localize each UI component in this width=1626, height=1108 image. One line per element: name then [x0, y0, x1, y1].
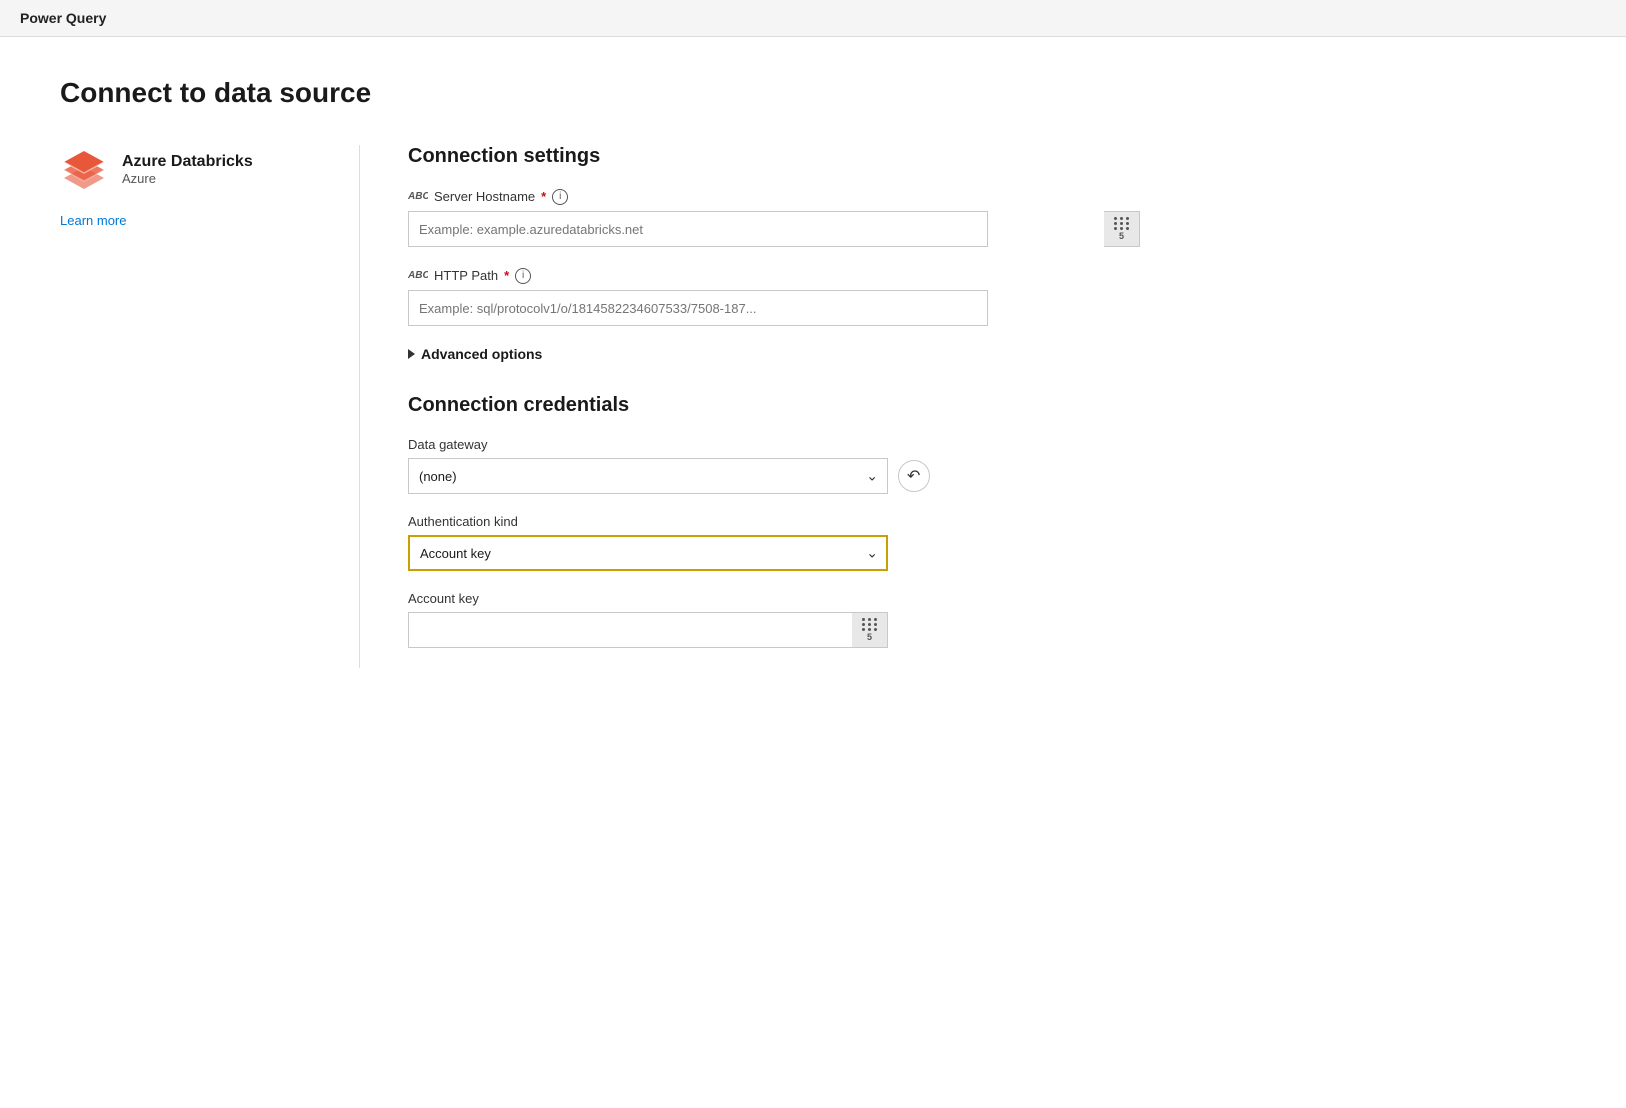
top-bar: Power Query — [0, 0, 1626, 37]
dot-grid-account-key — [862, 618, 878, 631]
connector-info: Azure Databricks Azure — [60, 145, 253, 193]
account-key-input[interactable] — [408, 612, 888, 648]
http-path-text: HTTP Path — [434, 268, 498, 283]
abc-icon-http: ABC — [408, 267, 428, 284]
auth-kind-group: Authentication kind Account key Username… — [408, 514, 1140, 571]
info-icon-hostname[interactable]: i — [552, 189, 568, 205]
account-key-label: Account key — [408, 591, 1140, 606]
required-star-hostname: * — [541, 189, 546, 204]
auth-kind-label: Authentication kind — [408, 514, 1140, 529]
right-panel: Connection settings ABC Server Hostname … — [360, 145, 1140, 668]
refresh-button[interactable]: ↷ — [898, 460, 930, 492]
connector-name: Azure Databricks — [122, 153, 253, 171]
server-hostname-label: ABC Server Hostname * i — [408, 188, 1140, 205]
data-gateway-select-wrapper: (none) ⌄ — [408, 458, 888, 494]
refresh-icon: ↷ — [907, 466, 920, 486]
data-gateway-label: Data gateway — [408, 437, 1140, 452]
connection-settings-title: Connection settings — [408, 145, 1140, 168]
auth-kind-select-wrapper: Account key Username / Password OAuth ⌄ — [408, 535, 888, 571]
data-gateway-text: Data gateway — [408, 437, 488, 452]
left-panel: Azure Databricks Azure Learn more — [60, 145, 360, 668]
account-key-text: Account key — [408, 591, 479, 606]
account-key-group: Account key 5 — [408, 591, 1140, 648]
learn-more-link[interactable]: Learn more — [60, 213, 126, 228]
http-path-input-wrapper — [408, 290, 1140, 326]
info-icon-http[interactable]: i — [515, 268, 531, 284]
http-path-input[interactable] — [408, 290, 988, 326]
svg-text:ABC: ABC — [408, 191, 428, 202]
advanced-options-label: Advanced options — [421, 346, 542, 362]
data-gateway-select[interactable]: (none) — [408, 458, 888, 494]
credentials-section: Connection credentials Data gateway (non… — [408, 394, 1140, 648]
svg-text:ABC: ABC — [408, 270, 428, 281]
auth-kind-select[interactable]: Account key Username / Password OAuth — [408, 535, 888, 571]
connector-text: Azure Databricks Azure — [122, 153, 253, 186]
credentials-section-title: Connection credentials — [408, 394, 1140, 417]
app-title: Power Query — [20, 10, 106, 26]
abc-icon-hostname: ABC — [408, 188, 428, 205]
http-path-group: ABC HTTP Path * i — [408, 267, 1140, 326]
server-hostname-icon-btn[interactable]: 5 — [1104, 211, 1140, 247]
data-gateway-row: (none) ⌄ ↷ — [408, 458, 1140, 494]
account-key-icon-btn[interactable]: 5 — [852, 612, 888, 648]
data-gateway-group: Data gateway (none) ⌄ ↷ — [408, 437, 1140, 494]
advanced-options[interactable]: Advanced options — [408, 346, 1140, 362]
dot-grid-hostname — [1114, 217, 1130, 230]
chevron-right-icon — [408, 349, 415, 359]
server-hostname-group: ABC Server Hostname * i — [408, 188, 1140, 247]
connector-platform: Azure — [122, 171, 253, 186]
http-path-label: ABC HTTP Path * i — [408, 267, 1140, 284]
server-hostname-input[interactable] — [408, 211, 988, 247]
required-star-http: * — [504, 268, 509, 283]
server-hostname-input-wrapper: 5 — [408, 211, 1140, 247]
auth-kind-text: Authentication kind — [408, 514, 518, 529]
page-title: Connect to data source — [60, 77, 1140, 109]
connector-logo — [60, 145, 108, 193]
server-hostname-text: Server Hostname — [434, 189, 535, 204]
account-key-input-wrapper: 5 — [408, 612, 888, 648]
